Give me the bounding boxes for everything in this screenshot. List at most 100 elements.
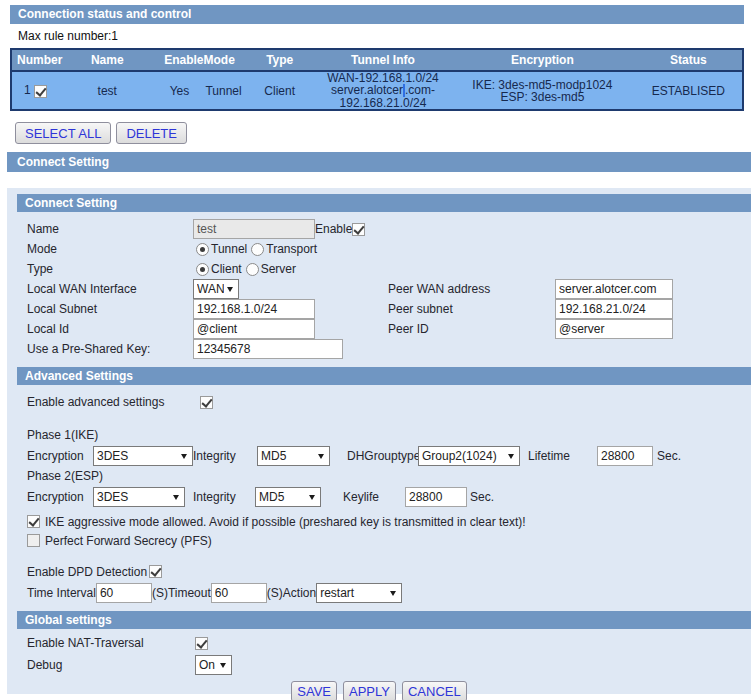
cell-encryption: IKE: 3des-md5-modp1024 ESP: 3des-md5 bbox=[450, 71, 635, 110]
dpd-checkbox[interactable] bbox=[149, 565, 162, 578]
local-id-field[interactable] bbox=[193, 319, 315, 339]
footer-buttons: SAVE APPLY CANCEL bbox=[7, 681, 751, 700]
nat-label: Enable NAT-Traversal bbox=[27, 636, 195, 650]
psk-label: Use a Pre-Shared Key: bbox=[27, 342, 193, 356]
select-all-button[interactable]: SELECT ALL bbox=[15, 122, 111, 144]
mode-transport-radio[interactable] bbox=[251, 243, 264, 256]
mode-tunnel-label: Tunnel bbox=[211, 242, 247, 256]
timeout-label: (S)Timeout bbox=[152, 586, 211, 600]
row-name: Name Enable bbox=[7, 219, 751, 239]
row-subnet: Local Subnet Peer subnet bbox=[7, 299, 751, 319]
col-header-type: Type bbox=[244, 49, 316, 71]
mode-label: Mode bbox=[27, 242, 193, 256]
col-header-tunnel-info: Tunnel Info bbox=[316, 49, 450, 71]
nat-checkbox[interactable] bbox=[195, 637, 208, 650]
debug-label: Debug bbox=[27, 658, 195, 672]
rules-table-header-row: Number Name EnableMode Type Tunnel Info … bbox=[11, 49, 743, 71]
time-interval-field[interactable] bbox=[96, 583, 152, 603]
section-title-connect-setting: Connect Setting bbox=[17, 194, 751, 212]
row-aggressive: IKE aggressive mode allowed. Avoid if po… bbox=[7, 514, 751, 529]
keylife-field[interactable] bbox=[405, 487, 467, 507]
enable-advanced-checkbox[interactable] bbox=[200, 396, 213, 409]
rule-select-checkbox[interactable] bbox=[34, 85, 47, 98]
enable-advanced-label: Enable advanced settings bbox=[27, 395, 200, 409]
name-label: Name bbox=[27, 222, 193, 236]
row-nat: Enable NAT-Traversal bbox=[7, 635, 751, 651]
row-id: Local Id Peer ID bbox=[7, 319, 751, 339]
apply-button[interactable]: APPLY bbox=[343, 681, 396, 700]
action-select[interactable]: restart bbox=[316, 583, 402, 603]
cell-number: 1 bbox=[11, 71, 59, 110]
cancel-button[interactable]: CANCEL bbox=[402, 681, 467, 700]
peer-subnet-field[interactable] bbox=[555, 299, 673, 319]
tunnel-info-line2a: server.alotcer bbox=[331, 83, 403, 97]
p1-integrity-label: Integrity bbox=[193, 449, 257, 463]
dhgrouptype-select[interactable]: Group2(1024) bbox=[418, 446, 520, 466]
row-debug: Debug On bbox=[7, 655, 751, 675]
col-header-number: Number bbox=[11, 49, 59, 71]
pfs-checkbox[interactable] bbox=[27, 534, 40, 547]
type-label: Type bbox=[27, 262, 193, 276]
p2-integrity-label: Integrity bbox=[193, 490, 255, 504]
peer-wan-address-field[interactable] bbox=[555, 279, 673, 299]
lifetime-label: Lifetime bbox=[528, 449, 597, 463]
peer-id-field[interactable] bbox=[555, 319, 673, 339]
p1-integrity-select[interactable]: MD5 bbox=[257, 446, 330, 466]
local-wan-interface-select[interactable]: WAN bbox=[193, 279, 239, 299]
local-subnet-label: Local Subnet bbox=[27, 302, 193, 316]
aggressive-label: IKE aggressive mode allowed. Avoid if po… bbox=[45, 515, 526, 529]
section-title-global-settings: Global settings bbox=[17, 611, 751, 629]
rules-table: Number Name EnableMode Type Tunnel Info … bbox=[10, 48, 744, 111]
row-psk: Use a Pre-Shared Key: bbox=[7, 339, 751, 359]
lifetime-field[interactable] bbox=[597, 446, 653, 466]
row-mode: Mode Tunnel Transport bbox=[7, 239, 751, 259]
local-wan-interface-label: Local WAN Interface bbox=[27, 282, 193, 296]
p2-encryption-label: Encryption bbox=[27, 490, 93, 504]
section-title-connection-status: Connection status and control bbox=[10, 5, 744, 24]
settings-panel: Connect Setting Name Enable Mode Tunnel … bbox=[7, 188, 751, 694]
connect-setting-heading: Connect Setting bbox=[7, 152, 751, 172]
p2-encryption-select[interactable]: 3DES bbox=[93, 487, 185, 507]
p2-integrity-select[interactable]: MD5 bbox=[255, 487, 321, 507]
type-client-radio[interactable] bbox=[196, 263, 209, 276]
p1-encryption-select[interactable]: 3DES bbox=[93, 446, 193, 466]
type-server-radio[interactable] bbox=[246, 263, 259, 276]
p2-sec-label: Sec. bbox=[470, 490, 494, 504]
encryption-line1: IKE: 3des-md5-modp1024 bbox=[450, 79, 635, 91]
cell-type: Client bbox=[244, 71, 316, 110]
row-phase2: Encryption 3DES Integrity MD5 Keylife Se… bbox=[7, 486, 751, 507]
name-field[interactable] bbox=[193, 219, 315, 239]
connection-status-section: Connection status and control Max rule n… bbox=[10, 5, 744, 144]
keylife-label: Keylife bbox=[343, 490, 405, 504]
enable-checkbox[interactable] bbox=[352, 223, 365, 236]
col-header-encryption: Encryption bbox=[450, 49, 635, 71]
row-phase1: Encryption 3DES Integrity MD5 DHGrouptyp… bbox=[7, 445, 751, 466]
phase2-label: Phase 2(ESP) bbox=[7, 470, 751, 483]
section-title-advanced-settings: Advanced Settings bbox=[17, 367, 751, 385]
time-interval-label: Time Interval bbox=[27, 586, 96, 600]
timeout-field[interactable] bbox=[211, 583, 267, 603]
row-time-interval: Time Interval (S)Timeout (S)Action resta… bbox=[7, 582, 751, 603]
cell-enable: Yes bbox=[155, 71, 203, 110]
debug-select[interactable]: On bbox=[195, 655, 232, 675]
dpd-label: Enable DPD Detection bbox=[27, 565, 147, 579]
peer-wan-address-label: Peer WAN address bbox=[388, 282, 555, 296]
phase1-label: Phase 1(IKE) bbox=[7, 429, 751, 442]
pfs-label: Perfect Forward Secrecy (PFS) bbox=[45, 534, 212, 548]
tunnel-info-line2b: .com- bbox=[405, 83, 435, 97]
mode-transport-label: Transport bbox=[266, 242, 317, 256]
mode-tunnel-radio[interactable] bbox=[196, 243, 209, 256]
peer-subnet-label: Peer subnet bbox=[388, 302, 555, 316]
aggressive-checkbox[interactable] bbox=[27, 515, 40, 528]
local-subnet-field[interactable] bbox=[193, 299, 315, 319]
peer-id-label: Peer ID bbox=[388, 322, 555, 336]
cell-tunnel-info: WAN-192.168.1.0/24 server.alotcer.com- 1… bbox=[316, 71, 450, 110]
rule-number: 1 bbox=[24, 83, 31, 97]
delete-button[interactable]: DELETE bbox=[116, 122, 187, 144]
save-button[interactable]: SAVE bbox=[291, 681, 337, 700]
row-enable-advanced: Enable advanced settings bbox=[7, 395, 751, 409]
row-wan: Local WAN Interface WAN Peer WAN address bbox=[7, 279, 751, 299]
enable-label: Enable bbox=[315, 222, 352, 236]
psk-field[interactable] bbox=[193, 339, 343, 359]
row-type: Type Client Server bbox=[7, 259, 751, 279]
